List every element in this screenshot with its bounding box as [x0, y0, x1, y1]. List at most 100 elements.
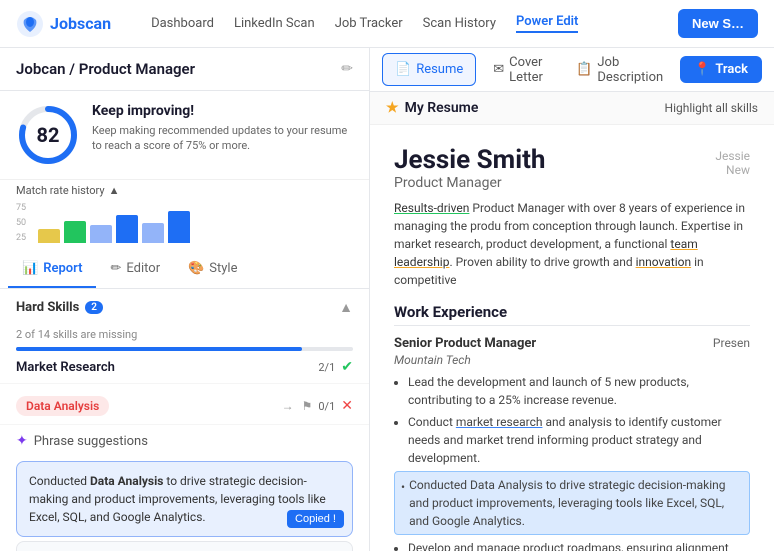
job-1-bullet-1: Lead the development and launch of 5 new…: [408, 373, 750, 409]
edit-icon[interactable]: ✏: [341, 61, 353, 77]
nav-linkedin-scan[interactable]: LinkedIn Scan: [234, 16, 315, 31]
bar-6: [168, 211, 190, 243]
bar-2: [64, 221, 86, 243]
style-icon: 🎨: [188, 261, 204, 276]
resume-summary: Results-driven Product Manager with over…: [394, 199, 750, 289]
y-axis-labels: 75 50 25: [16, 203, 26, 243]
cover-letter-tab-icon: ✉: [493, 62, 504, 77]
copied-button-1[interactable]: Copied !: [287, 510, 344, 528]
skill-data-analysis-score: 0/1: [318, 400, 335, 413]
phrase-suggestions-row[interactable]: ✦ Phrase suggestions: [0, 425, 369, 457]
left-header: Jobcan / Product Manager ✏: [0, 48, 369, 91]
skills-section: Hard Skills 2 ▲ 2 of 14 skills are missi…: [0, 289, 369, 551]
new-scan-button[interactable]: New S…: [678, 9, 758, 38]
cover-letter-tab-label: Cover Letter: [509, 55, 546, 85]
skills-expand-icon[interactable]: ▲: [339, 299, 353, 316]
job-1-title: Senior Product Manager: [394, 336, 536, 351]
resume-content: Jessie Smith Product Manager Jessie New …: [370, 125, 774, 551]
track-tab-icon: 📍: [694, 62, 710, 77]
y-label-75: 75: [16, 203, 26, 213]
arrow-right-icon[interactable]: →: [282, 399, 294, 413]
job-1-bullet-3-container: • Conducted Data Analysis to drive strat…: [394, 471, 750, 535]
job-1-date: Presen: [713, 336, 750, 350]
skill-actions: → ⚑: [282, 399, 313, 413]
skills-progress-bar-outer: [16, 347, 353, 351]
resume-new-label: New: [715, 163, 750, 177]
skill-market-research-name: Market Research: [16, 360, 115, 375]
results-driven-highlight: Results-driven: [394, 201, 469, 215]
top-nav: Jobscan Dashboard LinkedIn Scan Job Trac…: [0, 0, 774, 48]
tab-report[interactable]: 📊 Report: [8, 251, 96, 288]
skills-progress-bar-inner: [16, 347, 302, 351]
resume-header: ★ My Resume Highlight all skills: [370, 92, 774, 125]
x-icon: ✕: [341, 398, 353, 414]
skills-badge: 2: [85, 301, 103, 314]
job-desc-tab-icon: 📋: [576, 62, 592, 77]
left-title: Jobcan / Product Manager: [16, 60, 195, 78]
score-desc: Keep making recommended updates to your …: [92, 123, 353, 154]
resume-tab-label: Resume: [416, 62, 463, 77]
logo-icon: [16, 10, 44, 38]
track-tab-label: Track: [715, 62, 748, 77]
skill-data-analysis: Data Analysis → ⚑ 0/1 ✕: [0, 384, 369, 425]
bar-chart: [38, 203, 190, 243]
phrase-suggestions-label: Phrase suggestions: [34, 434, 148, 449]
flag-icon[interactable]: ⚑: [302, 399, 313, 413]
my-resume-label: My Resume: [405, 100, 479, 116]
score-circle: 82: [16, 103, 80, 167]
nav-power-edit[interactable]: Power Edit: [516, 14, 578, 33]
highlighted-bullet: • Conducted Data Analysis to drive strat…: [394, 471, 750, 535]
match-rate-label: Match rate history: [16, 184, 105, 197]
editor-icon: ✏: [110, 261, 121, 276]
bar-1: [38, 229, 60, 243]
resume-tab-icon: 📄: [395, 62, 411, 77]
skill-market-research-right: 2/1 ✔: [318, 359, 353, 375]
skill-data-analysis-row: Data Analysis → ⚑ 0/1 ✕: [16, 396, 353, 416]
tab-editor[interactable]: ✏ Editor: [96, 251, 174, 288]
main-layout: Jobcan / Product Manager ✏ 82 Keep impro…: [0, 48, 774, 551]
tab-track[interactable]: 📍 Track: [680, 56, 762, 83]
work-experience-title: Work Experience: [394, 303, 750, 326]
tab-cover-letter[interactable]: ✉ Cover Letter: [480, 48, 559, 94]
tab-editor-label: Editor: [126, 261, 160, 276]
score-title: Keep improving!: [92, 103, 353, 119]
skills-title-row: Hard Skills 2: [16, 300, 103, 315]
skills-header: Hard Skills 2 ▲: [0, 289, 369, 326]
resume-name: Jessie Smith: [394, 145, 545, 175]
highlight-all-skills-button[interactable]: Highlight all skills: [665, 101, 758, 115]
bullet-dot: •: [401, 478, 405, 496]
job-1-bullet-4: Develop and manage product roadmaps, ens…: [408, 539, 750, 551]
skill-market-research-score: 2/1: [318, 361, 335, 374]
nav-scan-history[interactable]: Scan History: [423, 16, 496, 31]
star-icon: ★: [386, 100, 399, 116]
check-icon: ✔: [341, 359, 353, 375]
resume-job-title: Product Manager: [394, 175, 545, 191]
logo: Jobscan: [16, 10, 111, 38]
job-desc-tab-label: Job Description: [597, 55, 663, 85]
suggestion-card-2: Performing data Analysis to assess produ…: [16, 541, 353, 551]
tab-style[interactable]: 🎨 Style: [174, 251, 251, 288]
score-value: 82: [37, 123, 60, 147]
nav-job-tracker[interactable]: Job Tracker: [335, 16, 403, 31]
job-1-bullets: Lead the development and launch of 5 new…: [394, 373, 750, 551]
skill-data-analysis-pill: Data Analysis: [16, 396, 109, 416]
tab-resume[interactable]: 📄 Resume: [382, 53, 476, 86]
skill-data-analysis-right: → ⚑ 0/1 ✕: [282, 398, 353, 414]
tab-job-description[interactable]: 📋 Job Description: [563, 48, 676, 94]
my-resume-label-row: ★ My Resume: [386, 100, 478, 116]
left-panel: Jobcan / Product Manager ✏ 82 Keep impro…: [0, 48, 370, 551]
match-rate-header[interactable]: Match rate history ▲: [16, 184, 353, 197]
match-rate-section: Match rate history ▲ 75 50 25: [0, 180, 369, 251]
y-label-50: 50: [16, 218, 26, 228]
market-research-underline: market research: [456, 415, 543, 429]
score-info: Keep improving! Keep making recommended …: [92, 103, 353, 154]
nav-dashboard[interactable]: Dashboard: [151, 16, 214, 31]
resume-name-extra: Jessie: [715, 149, 750, 163]
left-tabs: 📊 Report ✏ Editor 🎨 Style: [0, 251, 369, 289]
bar-5: [142, 223, 164, 243]
chevron-up-icon: ▲: [109, 184, 120, 197]
highlighted-bullet-text: Conducted Data Analysis to drive strateg…: [409, 476, 743, 530]
skill-market-research-row: Market Research 2/1 ✔: [16, 359, 353, 375]
tab-style-label: Style: [209, 261, 237, 276]
nav-links: Dashboard LinkedIn Scan Job Tracker Scan…: [151, 14, 654, 33]
